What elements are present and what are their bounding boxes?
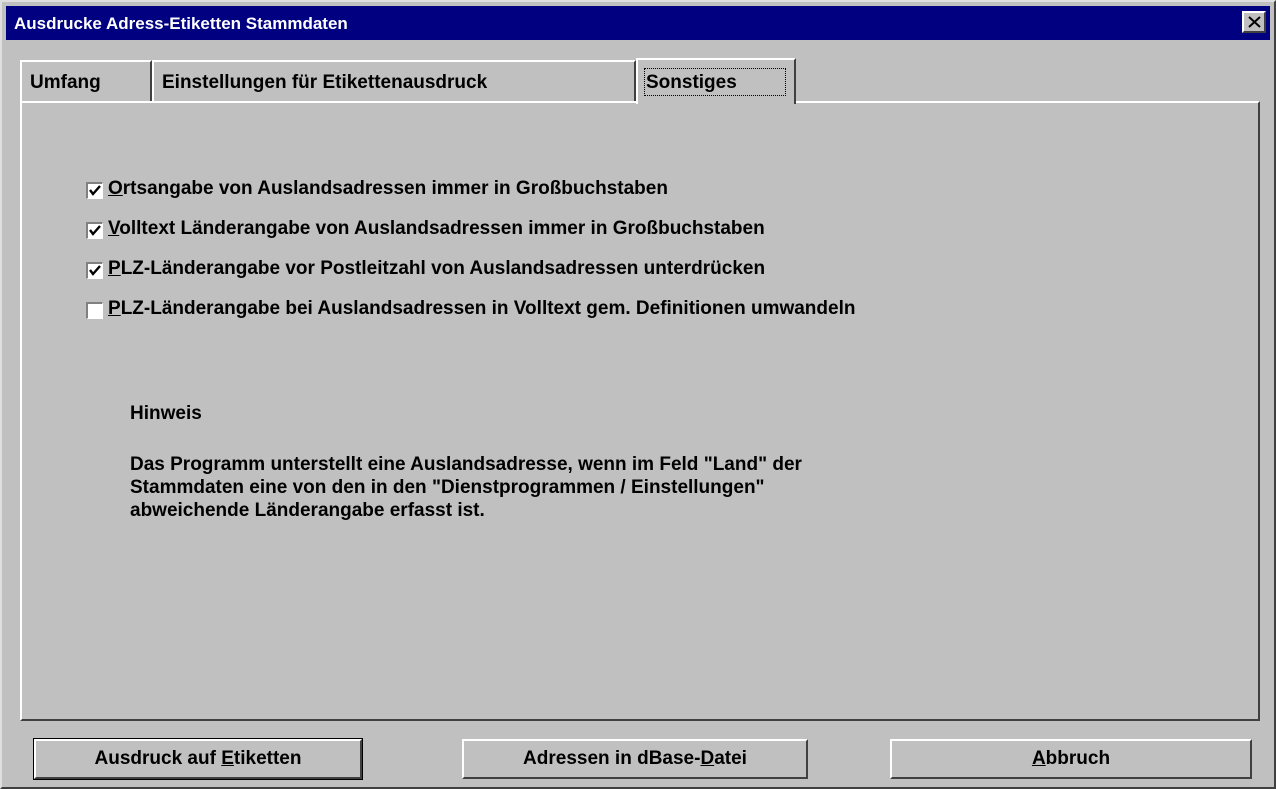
tab-label: Umfang	[30, 72, 101, 93]
tab-panel-sonstiges: Ortsangabe von Auslandsadressen immer in…	[20, 101, 1260, 721]
tab-label: Einstellungen für Etikettenausdruck	[162, 72, 488, 93]
checkbox-label: Volltext Länderangabe von Auslandsadress…	[108, 218, 765, 239]
title-bar: Ausdrucke Adress-Etiketten Stammdaten	[6, 6, 1270, 40]
hint-line: Das Programm unterstellt eine Auslandsad…	[130, 454, 802, 475]
checkbox-label: PLZ-Länderangabe bei Auslandsadressen in…	[108, 298, 856, 319]
hint-text: Das Programm unterstellt eine Auslandsad…	[130, 453, 802, 522]
hint-line: Stammdaten eine von den in den "Dienstpr…	[130, 477, 765, 498]
tab-label: Sonstiges	[646, 72, 737, 93]
close-icon	[1248, 16, 1261, 28]
export-dbase-button[interactable]: Adressen in dBase-Datei	[462, 739, 808, 779]
hint-title: Hinweis	[130, 403, 202, 424]
print-labels-button[interactable]: Ausdruck auf Etiketten	[33, 738, 363, 780]
dialog-window: Ausdrucke Adress-Etiketten Stammdaten Um…	[0, 0, 1276, 789]
checkbox-label: Ortsangabe von Auslandsadressen immer in…	[108, 178, 668, 199]
tab-umfang[interactable]: Umfang	[20, 60, 152, 102]
checkmark-icon	[89, 265, 101, 276]
checkbox[interactable]	[86, 262, 103, 279]
checkbox-label: PLZ-Länderangabe vor Postleitzahl von Au…	[108, 258, 766, 279]
checkmark-icon	[89, 185, 101, 196]
close-button[interactable]	[1242, 11, 1266, 33]
tab-einstellungen[interactable]: Einstellungen für Etikettenausdruck	[152, 60, 636, 102]
tab-sonstiges[interactable]: Sonstiges	[636, 58, 796, 104]
checkmark-icon	[89, 225, 101, 236]
cancel-button[interactable]: Abbruch	[890, 739, 1252, 779]
checkbox[interactable]	[86, 302, 103, 319]
hint-line: abweichende Länderangabe erfasst ist.	[130, 500, 485, 521]
window-title: Ausdrucke Adress-Etiketten Stammdaten	[14, 14, 348, 33]
checkbox[interactable]	[86, 182, 103, 199]
checkbox[interactable]	[86, 222, 103, 239]
